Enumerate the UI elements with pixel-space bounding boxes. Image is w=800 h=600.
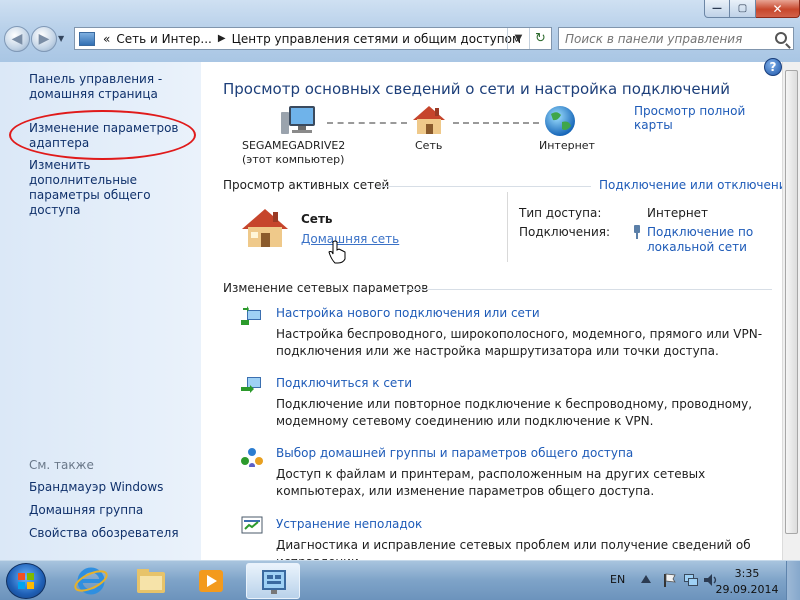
- connect-to-network-icon: [241, 377, 261, 393]
- minimize-button[interactable]: —: [704, 0, 730, 18]
- left-pane: Панель управления - домашняя страница Из…: [0, 62, 201, 560]
- back-button[interactable]: ◀: [4, 26, 30, 52]
- search-box[interactable]: [558, 27, 794, 50]
- windows-firewall-link[interactable]: Брандмауэр Windows: [29, 480, 163, 495]
- setup-new-connection-desc: Настройка беспроводного, широкополосного…: [276, 327, 763, 358]
- maximize-button[interactable]: ▢: [730, 0, 756, 18]
- taskbar-control-panel[interactable]: [246, 563, 300, 599]
- network-location-link[interactable]: Домашняя сеть: [301, 232, 399, 246]
- forward-button[interactable]: ▶: [31, 26, 57, 52]
- internet-explorer-icon: [74, 567, 108, 595]
- language-indicator[interactable]: EN: [610, 573, 625, 586]
- window-titlebar: — ▢ ✕ ◀ ▶ ▼ « Сеть и Интер... ▶ Центр уп…: [0, 0, 800, 62]
- connect-disconnect-link[interactable]: Подключение или отключение: [599, 178, 794, 192]
- show-desktop-button[interactable]: [786, 561, 800, 600]
- internet-globe-icon[interactable]: [543, 104, 577, 138]
- navigation-bar: ◀ ▶ ▼ « Сеть и Интер... ▶ Центр управлен…: [0, 24, 800, 54]
- section-divider: [377, 186, 591, 187]
- details-divider: [507, 192, 508, 262]
- homegroup-sharing-link[interactable]: Выбор домашней группы и параметров общег…: [276, 446, 633, 460]
- main-pane: ? Просмотр основных сведений о сети и на…: [201, 58, 794, 569]
- scroll-down-icon[interactable]: [786, 544, 797, 555]
- page-title: Просмотр основных сведений о сети и наст…: [223, 80, 730, 98]
- see-also-heading: См. также: [29, 458, 94, 472]
- ethernet-icon: [634, 225, 640, 239]
- clock-date: 29.09.2014: [715, 583, 779, 596]
- troubleshoot-icon: [241, 516, 263, 534]
- breadcrumb-network-internet[interactable]: Сеть и Интер...: [116, 32, 212, 46]
- close-button[interactable]: ✕: [756, 0, 800, 18]
- access-type-value: Интернет: [647, 206, 709, 220]
- refresh-button[interactable]: ↻: [529, 28, 551, 49]
- connect-to-network-desc: Подключение или повторное подключение к …: [276, 397, 753, 428]
- setup-new-connection-link[interactable]: Настройка нового подключения или сети: [276, 306, 540, 320]
- connect-to-network-link[interactable]: Подключиться к сети: [276, 376, 412, 390]
- internet-node-label: Интернет: [539, 139, 595, 152]
- window-controls: — ▢ ✕: [704, 0, 800, 18]
- active-networks-heading: Просмотр активных сетей: [223, 178, 390, 192]
- taskbar-internet-explorer[interactable]: [64, 563, 118, 599]
- internet-options-link[interactable]: Свойства обозревателя: [29, 526, 179, 541]
- computer-icon: [281, 106, 315, 134]
- action-center-flag-icon[interactable]: [661, 572, 677, 588]
- vertical-scrollbar[interactable]: [782, 62, 800, 560]
- this-computer-label: SEGAMEGADRIVE2 (этот компьютер): [242, 139, 346, 166]
- forward-arrow-icon: ▶: [38, 31, 50, 47]
- taskbar-explorer[interactable]: [124, 563, 178, 599]
- homegroup-icon: [241, 448, 263, 467]
- control-panel-icon: [79, 31, 95, 46]
- connections-label: Подключения:: [519, 225, 611, 239]
- homegroup-sharing-desc: Доступ к файлам и принтерам, расположенн…: [276, 467, 706, 498]
- address-dropdown-button[interactable]: ▼: [507, 28, 529, 49]
- section-divider: [407, 289, 772, 290]
- address-bar[interactable]: « Сеть и Интер... ▶ Центр управления сет…: [74, 27, 552, 50]
- active-network-name: Сеть: [301, 212, 333, 226]
- control-panel-taskbar-icon: [262, 570, 286, 594]
- system-clock[interactable]: 3:35 29.09.2014: [712, 566, 782, 598]
- breadcrumb-network-center[interactable]: Центр управления сетями и общим доступом: [232, 32, 521, 46]
- homegroup-link[interactable]: Домашняя группа: [29, 503, 143, 518]
- scrollbar-thumb[interactable]: [785, 70, 798, 534]
- new-connection-icon: [241, 306, 261, 325]
- taskbar-media-player[interactable]: [184, 563, 238, 599]
- troubleshoot-link[interactable]: Устранение неполадок: [276, 517, 422, 531]
- tray-show-hidden-icon[interactable]: [640, 573, 652, 587]
- taskbar: EN 3:35 29.09.2014: [0, 560, 800, 600]
- map-connector-1: [327, 122, 407, 124]
- network-tray-icon[interactable]: [683, 572, 699, 588]
- hand-cursor-icon: [328, 240, 346, 264]
- address-chevron[interactable]: «: [103, 32, 110, 46]
- folder-icon: [137, 569, 165, 593]
- control-panel-home-link[interactable]: Панель управления - домашняя страница: [29, 72, 179, 102]
- access-type-label: Тип доступа:: [519, 206, 602, 220]
- breadcrumb-separator-icon[interactable]: ▶: [218, 33, 226, 44]
- media-player-icon: [199, 570, 223, 592]
- change-settings-heading: Изменение сетевых параметров: [223, 281, 429, 295]
- map-connector-2: [453, 122, 539, 124]
- recent-pages-dropdown[interactable]: ▼: [58, 34, 64, 43]
- windows-logo-icon: [18, 573, 34, 589]
- network-node-label: Сеть: [415, 139, 443, 152]
- search-input[interactable]: [565, 31, 770, 46]
- change-adapter-settings-link[interactable]: Изменение параметров адаптера: [29, 121, 199, 151]
- start-button[interactable]: [6, 563, 46, 599]
- home-network-icon: [242, 209, 288, 247]
- search-icon[interactable]: [775, 32, 787, 44]
- advanced-sharing-settings-link[interactable]: Изменить дополнительные параметры общего…: [29, 158, 199, 218]
- local-area-connection-link[interactable]: Подключение по локальной сети: [647, 225, 777, 255]
- clock-time: 3:35: [734, 567, 760, 580]
- view-full-map-link[interactable]: Просмотр полной карты: [634, 104, 782, 132]
- network-house-icon[interactable]: [411, 104, 447, 136]
- back-arrow-icon: ◀: [11, 31, 23, 47]
- help-icon[interactable]: ?: [764, 58, 782, 76]
